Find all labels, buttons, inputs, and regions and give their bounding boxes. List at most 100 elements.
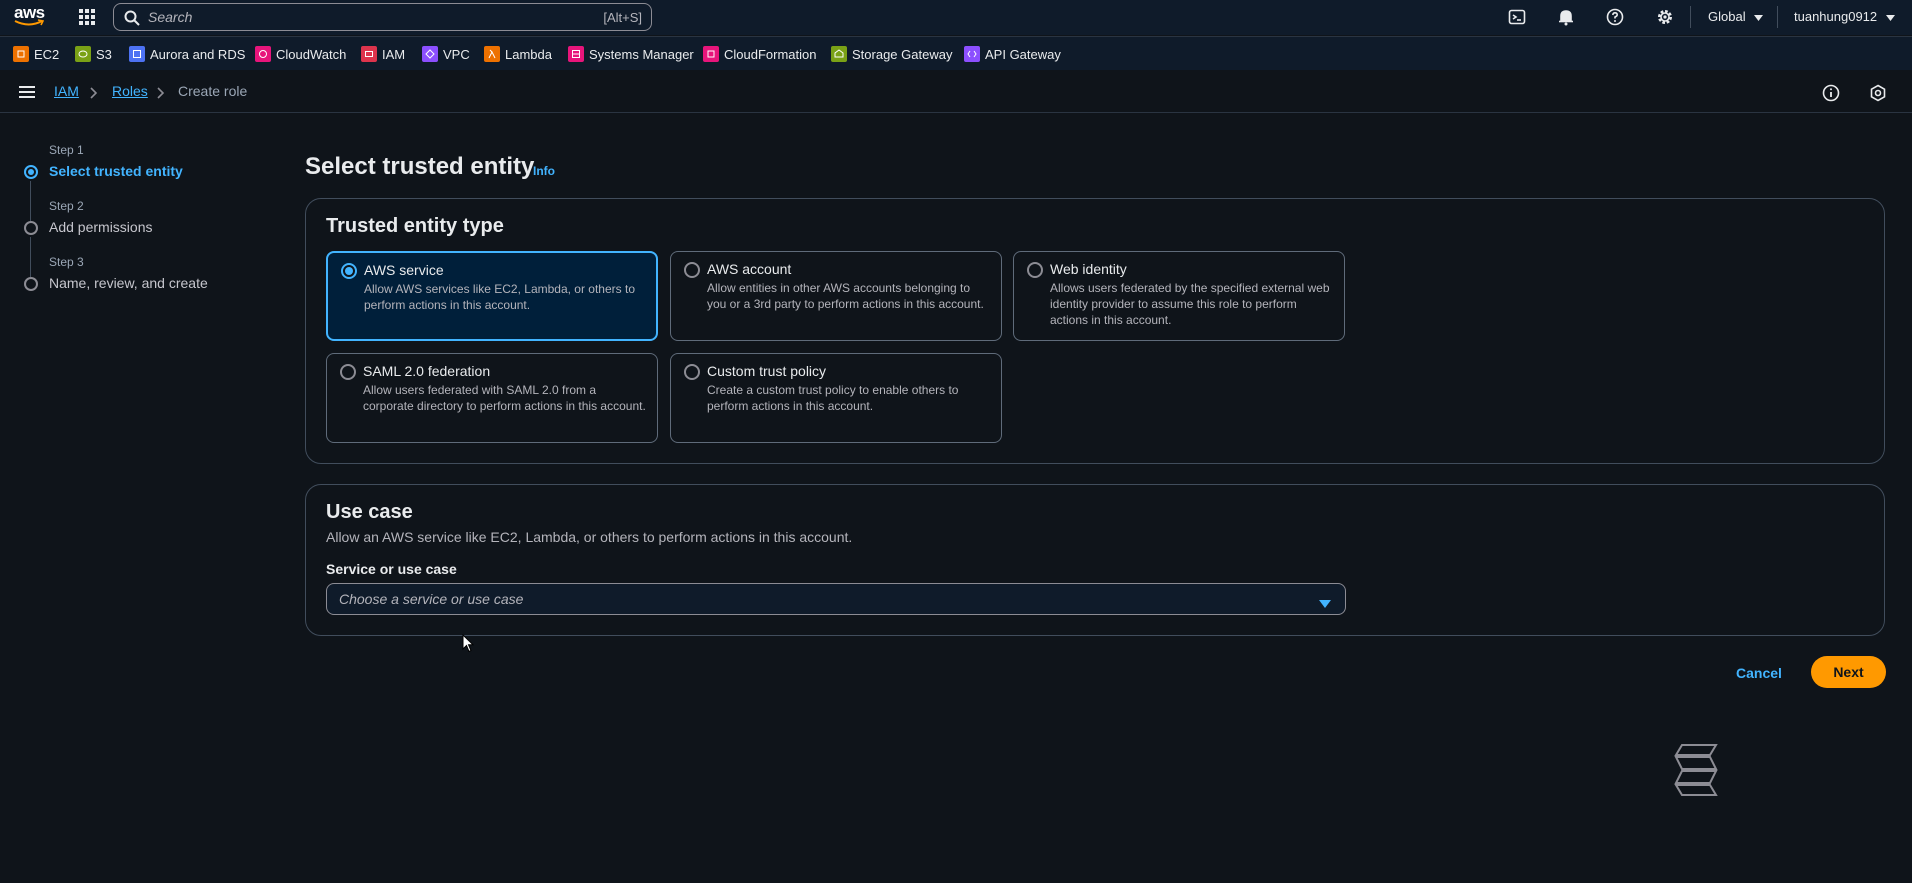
iam-icon bbox=[361, 46, 377, 62]
step-connector bbox=[30, 181, 31, 221]
search-box: [Alt+S] bbox=[113, 3, 652, 31]
top-navigation: aws [Alt+S] Global tuanhung0912 bbox=[0, 0, 1912, 35]
divider bbox=[1777, 6, 1778, 28]
tile-description: Allows users federated by the specified … bbox=[1050, 281, 1330, 327]
favorite-label: Systems Manager bbox=[589, 46, 694, 62]
tile-custom-trust-policy[interactable]: Custom trust policy Create a custom trus… bbox=[670, 353, 1002, 443]
favorite-label: CloudFormation bbox=[724, 46, 817, 62]
step-2-label: Step 2 bbox=[49, 199, 84, 213]
apps-grid-icon[interactable] bbox=[78, 8, 96, 26]
favorite-api-gateway[interactable]: API Gateway bbox=[964, 45, 1061, 63]
tile-aws-service[interactable]: AWS service Allow AWS services like EC2,… bbox=[326, 251, 658, 341]
divider bbox=[1690, 6, 1691, 28]
cloudformation-icon bbox=[703, 46, 719, 62]
favorite-vpc[interactable]: VPC bbox=[422, 45, 470, 63]
region-selector[interactable]: Global bbox=[1708, 9, 1764, 24]
step-2-name: Add permissions bbox=[49, 219, 153, 235]
favorite-storage-gateway[interactable]: Storage Gateway bbox=[831, 45, 952, 63]
cloudshell-icon[interactable] bbox=[1508, 8, 1526, 26]
step-1-indicator-icon bbox=[24, 165, 38, 179]
favorite-label: S3 bbox=[96, 46, 112, 62]
tile-description: Create a custom trust policy to enable o… bbox=[707, 383, 959, 413]
search-shortcut-hint: [Alt+S] bbox=[603, 10, 642, 25]
tile-title: AWS service bbox=[364, 262, 444, 278]
bell-icon[interactable] bbox=[1557, 8, 1575, 26]
caret-down-icon bbox=[1319, 595, 1331, 611]
favorite-systems-manager[interactable]: Systems Manager bbox=[568, 45, 694, 63]
step-3-label: Step 3 bbox=[49, 255, 84, 269]
radio-icon[interactable] bbox=[684, 364, 700, 380]
chevron-right-icon bbox=[157, 86, 165, 102]
vpc-icon bbox=[422, 46, 438, 62]
use-case-panel: Use case Allow an AWS service like EC2, … bbox=[305, 484, 1885, 636]
breadcrumb-iam[interactable]: IAM bbox=[54, 83, 79, 99]
tile-web-identity[interactable]: Web identity Allows users federated by t… bbox=[1013, 251, 1345, 341]
favorite-label: Lambda bbox=[505, 46, 552, 62]
step-connector bbox=[30, 237, 31, 277]
gear-icon[interactable] bbox=[1656, 8, 1674, 26]
favorite-label: EC2 bbox=[34, 46, 60, 62]
radio-selected-icon[interactable] bbox=[341, 263, 357, 279]
tile-description: Allow users federated with SAML 2.0 from… bbox=[363, 383, 646, 413]
help-icon[interactable] bbox=[1606, 8, 1624, 26]
region-label: Global bbox=[1708, 9, 1746, 24]
next-button[interactable]: Next bbox=[1811, 656, 1886, 688]
aws-logo[interactable]: aws bbox=[14, 4, 46, 29]
info-panel-icon[interactable] bbox=[1822, 84, 1840, 102]
step-3-name: Name, review, and create bbox=[49, 275, 208, 291]
lambda-icon bbox=[484, 46, 500, 62]
storage-gateway-icon bbox=[831, 46, 847, 62]
favorite-lambda[interactable]: Lambda bbox=[484, 45, 552, 63]
favorite-cloudformation[interactable]: CloudFormation bbox=[703, 45, 817, 63]
tile-saml-federation[interactable]: SAML 2.0 federation Allow users federate… bbox=[326, 353, 658, 443]
step-2-indicator-icon bbox=[24, 221, 38, 235]
cancel-button[interactable]: Cancel bbox=[1726, 658, 1792, 688]
tile-title: AWS account bbox=[707, 261, 792, 277]
trusted-entity-panel: Trusted entity type AWS service Allow AW… bbox=[305, 198, 1885, 464]
breadcrumb-bar: IAM Roles Create role bbox=[0, 71, 1912, 113]
favorite-s3[interactable]: S3 bbox=[75, 45, 112, 63]
step-1-name[interactable]: Select trusted entity bbox=[49, 163, 183, 179]
service-field-label: Service or use case bbox=[326, 561, 457, 577]
breadcrumb-roles[interactable]: Roles bbox=[112, 83, 148, 99]
search-icon bbox=[124, 10, 140, 29]
tile-title: Web identity bbox=[1050, 261, 1127, 277]
radio-icon[interactable] bbox=[1027, 262, 1043, 278]
page-title: Select trusted entity bbox=[305, 153, 535, 180]
select-placeholder: Choose a service or use case bbox=[339, 591, 524, 607]
step-3-indicator-icon bbox=[24, 277, 38, 291]
tile-aws-account[interactable]: AWS account Allow entities in other AWS … bbox=[670, 251, 1002, 341]
chevron-right-icon bbox=[90, 86, 98, 102]
favorite-label: Storage Gateway bbox=[852, 46, 953, 62]
favorite-cloudwatch[interactable]: CloudWatch bbox=[255, 45, 346, 63]
account-label: tuanhung0912 bbox=[1794, 9, 1878, 24]
favorite-label: Aurora and RDS bbox=[150, 46, 246, 62]
breadcrumb-current: Create role bbox=[178, 83, 248, 99]
tile-description: Allow AWS services like EC2, Lambda, or … bbox=[364, 282, 635, 312]
api-gateway-icon bbox=[964, 46, 980, 62]
cloudwatch-icon bbox=[255, 46, 271, 62]
tile-title: Custom trust policy bbox=[707, 363, 827, 379]
favorite-label: VPC bbox=[443, 46, 470, 62]
radio-icon[interactable] bbox=[684, 262, 700, 278]
favorite-label: CloudWatch bbox=[276, 46, 347, 62]
menu-icon[interactable] bbox=[19, 85, 35, 102]
search-input[interactable] bbox=[148, 8, 568, 26]
service-select[interactable]: Choose a service or use case bbox=[326, 583, 1346, 615]
favorite-aurora-rds[interactable]: Aurora and RDS bbox=[129, 45, 245, 63]
systems-manager-icon bbox=[568, 46, 584, 62]
favorite-iam[interactable]: IAM bbox=[361, 45, 405, 63]
settings-panel-icon[interactable] bbox=[1869, 84, 1887, 102]
tile-title: SAML 2.0 federation bbox=[363, 363, 491, 379]
step-1-label: Step 1 bbox=[49, 143, 84, 157]
use-case-description: Allow an AWS service like EC2, Lambda, o… bbox=[326, 529, 853, 545]
watermark-logo-icon bbox=[1672, 743, 1720, 800]
account-menu[interactable]: tuanhung0912 bbox=[1794, 9, 1895, 24]
favorite-ec2[interactable]: EC2 bbox=[13, 45, 59, 63]
info-link[interactable]: Info bbox=[533, 164, 555, 178]
favorite-label: IAM bbox=[382, 46, 406, 62]
rds-icon bbox=[129, 46, 145, 62]
tile-description: Allow entities in other AWS accounts bel… bbox=[707, 281, 984, 311]
trusted-entity-title: Trusted entity type bbox=[326, 215, 504, 237]
radio-icon[interactable] bbox=[340, 364, 356, 380]
